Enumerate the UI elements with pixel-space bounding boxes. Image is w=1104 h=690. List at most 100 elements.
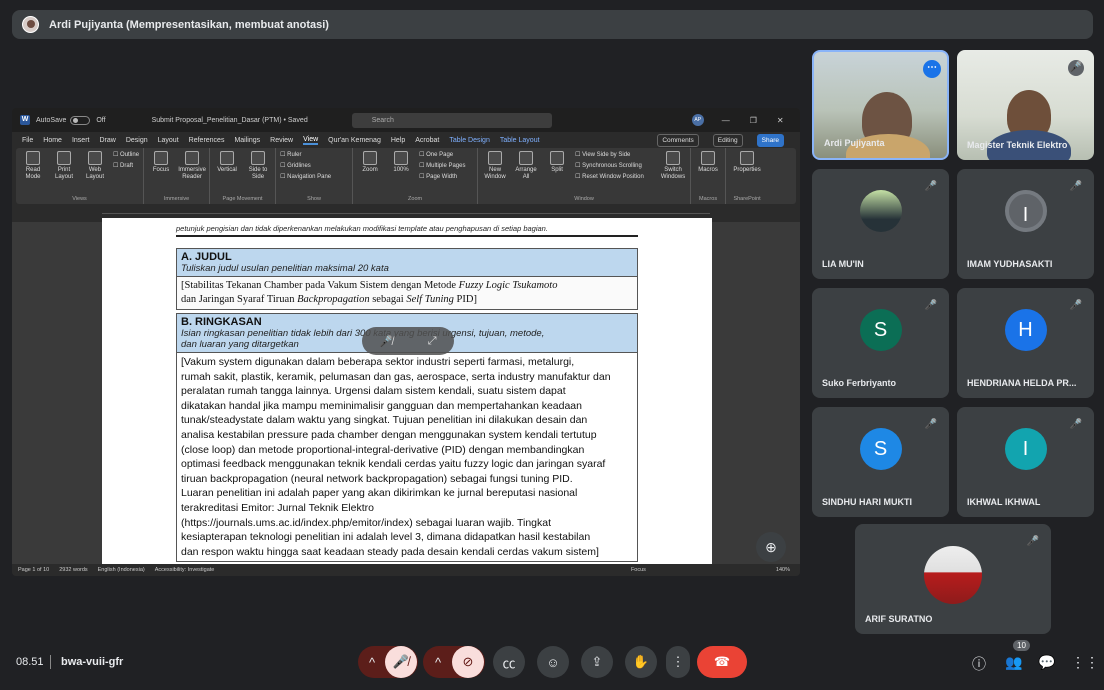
multiple-pages-button[interactable]: Multiple Pages — [419, 162, 473, 169]
ruler-checkbox[interactable]: Ruler — [280, 151, 348, 158]
captions-button[interactable]: ㏄ — [493, 646, 525, 678]
editing-button[interactable]: Editing — [712, 133, 743, 147]
tab-references[interactable]: References — [189, 137, 225, 144]
tab-help[interactable]: Help — [391, 137, 405, 144]
arrange-all-button[interactable]: Arrange All — [513, 151, 539, 181]
ribbon-group-sharepoint: Properties SharePoint — [726, 148, 768, 204]
mic-off-icon[interactable]: 🎤̸ — [379, 335, 393, 348]
macros-button[interactable]: Macros — [695, 151, 721, 174]
tab-layout[interactable]: Layout — [158, 137, 179, 144]
tile-magister[interactable]: 🎤 Magister Teknik Elektro — [957, 50, 1094, 160]
tile-imam[interactable]: I 🎤 IMAM YUDHASAKTI — [957, 169, 1094, 279]
immersive-reader-button[interactable]: Immersive Reader — [178, 151, 206, 181]
one-page-button[interactable]: One Page — [419, 151, 473, 158]
tile-lia[interactable]: 🎤 LIA MU'IN — [812, 169, 949, 279]
more-options-icon[interactable]: ⋯ — [923, 60, 941, 78]
tab-draw[interactable]: Draw — [99, 137, 115, 144]
tab-view[interactable]: View — [303, 136, 319, 145]
tab-quran[interactable]: Qur'an Kemenag — [328, 137, 381, 144]
read-mode-button[interactable]: Read Mode — [20, 151, 46, 181]
language[interactable]: English (Indonesia) — [98, 567, 145, 573]
ruler[interactable] — [102, 206, 710, 214]
maximize-icon[interactable]: ❐ — [750, 116, 757, 125]
reset-window-button[interactable]: Reset Window Position — [575, 173, 655, 180]
tile-suko[interactable]: S 🎤 Suko Ferbriyanto — [812, 288, 949, 398]
tab-review[interactable]: Review — [270, 137, 293, 144]
tab-table-layout[interactable]: Table Layout — [500, 137, 540, 144]
focus-status[interactable]: Focus — [631, 567, 646, 573]
web-layout-button[interactable]: Web Layout — [82, 151, 108, 181]
emoji-button[interactable]: ☺ — [537, 646, 569, 678]
tile-arif[interactable]: 🎤 ARIF SURATNO — [855, 524, 1051, 634]
properties-button[interactable]: Properties — [730, 151, 764, 174]
tile-hendriana[interactable]: H 🎤 HENDRIANA HELDA PR... — [957, 288, 1094, 398]
mic-options-chevron-icon[interactable]: ^ — [359, 655, 385, 670]
shared-screen[interactable]: W AutoSave Off Submit Proposal_Penelitia… — [12, 108, 800, 576]
tab-acrobat[interactable]: Acrobat — [415, 137, 439, 144]
mic-control-group: ^ 🎤̸ — [358, 646, 418, 678]
switch-windows-button[interactable]: Switch Windows — [660, 151, 686, 181]
page-count[interactable]: Page 1 of 10 — [18, 567, 49, 573]
word-count[interactable]: 2932 words — [59, 567, 87, 573]
ribbon-group-zoom: Zoom 100% One Page Multiple Pages Page W… — [353, 148, 479, 204]
close-icon[interactable]: ✕ — [777, 116, 784, 125]
focus-button[interactable]: Focus — [148, 151, 174, 174]
ringkasan-content[interactable]: [Vakum system digunakan dalam beberapa s… — [176, 353, 638, 563]
minimize-icon[interactable]: — — [722, 116, 730, 125]
navigation-pane-checkbox[interactable]: Navigation Pane — [280, 173, 348, 180]
user-avatar[interactable]: AP — [691, 114, 704, 126]
judul-content[interactable]: [Stabilitas Tekanan Chamber pada Vakum S… — [176, 277, 638, 310]
tab-table-design[interactable]: Table Design — [449, 137, 489, 144]
accessibility-status[interactable]: Accessibility: Investigate — [155, 567, 215, 573]
side-to-side-button[interactable]: Side to Side — [245, 151, 271, 181]
draft-button[interactable]: Draft — [113, 162, 139, 169]
participant-name: Ardi Pujiyanta — [824, 138, 885, 148]
new-window-button[interactable]: New Window — [482, 151, 508, 181]
document-area[interactable]: petunjuk pengisian dan tidak diperkenank… — [12, 218, 800, 568]
leave-call-button[interactable]: ☎ — [697, 646, 747, 678]
mic-off-button[interactable]: 🎤̸ — [385, 646, 417, 678]
print-layout-button[interactable]: Print Layout — [51, 151, 77, 181]
people-icon[interactable]: 👥 — [1005, 654, 1022, 671]
activities-icon[interactable]: ⋮⋮ — [1071, 654, 1099, 671]
document-page[interactable]: petunjuk pengisian dan tidak diperkenank… — [102, 218, 712, 568]
outline-button[interactable]: Outline — [113, 151, 139, 158]
camera-off-button[interactable]: ⊘ — [452, 646, 484, 678]
tab-home[interactable]: Home — [43, 137, 62, 144]
chat-icon[interactable]: 💬 — [1038, 654, 1055, 671]
zoom-button[interactable]: Zoom — [357, 151, 383, 174]
annotation-toolbar[interactable]: 🎤̸ ⤢ — [362, 327, 454, 355]
tab-insert[interactable]: Insert — [72, 137, 90, 144]
tile-ikhwal[interactable]: I 🎤 IKHWAL IKHWAL — [957, 407, 1094, 517]
gridlines-checkbox[interactable]: Gridlines — [280, 162, 348, 169]
raise-hand-button[interactable]: ✋ — [625, 646, 657, 678]
participant-name: SINDHU HARI MUKTI — [822, 497, 912, 507]
present-button[interactable]: ⇪ — [581, 646, 613, 678]
tab-file[interactable]: File — [22, 137, 33, 144]
expand-icon[interactable]: ⤢ — [428, 335, 437, 348]
tab-design[interactable]: Design — [126, 137, 148, 144]
avatar: I — [1004, 189, 1047, 232]
tile-sindhu[interactable]: S 🎤 SINDHU HARI MUKTI — [812, 407, 949, 517]
search-input[interactable]: Search — [351, 112, 552, 128]
view-side-by-side-button[interactable]: View Side by Side — [575, 151, 655, 158]
sync-scrolling-button[interactable]: Synchronous Scrolling — [575, 162, 655, 169]
participant-name: LIA MU'IN — [822, 259, 864, 269]
tile-ardi[interactable]: ⋯ Ardi Pujiyanta — [812, 50, 949, 160]
more-options-button[interactable]: ⋮ — [666, 646, 690, 678]
page-width-button[interactable]: Page Width — [419, 173, 473, 180]
comments-button[interactable]: Comments — [657, 133, 699, 147]
share-button[interactable]: Share — [756, 133, 784, 147]
meeting-code[interactable]: bwa-vuii-gfr — [61, 656, 123, 668]
autosave-toggle[interactable] — [70, 115, 91, 125]
tab-mailings[interactable]: Mailings — [234, 137, 260, 144]
zoom-100-button[interactable]: 100% — [388, 151, 414, 174]
zoom-in-icon[interactable]: ⊕ — [756, 532, 786, 562]
zoom-level[interactable]: 140% — [776, 567, 790, 573]
camera-options-chevron-icon[interactable]: ^ — [424, 655, 452, 670]
info-icon[interactable]: ⓘ — [972, 654, 986, 674]
word-logo-icon: W — [20, 115, 30, 125]
split-button[interactable]: Split — [544, 151, 570, 174]
ribbon-group-page-movement: Vertical Side to Side Page Movement — [210, 148, 277, 204]
vertical-button[interactable]: Vertical — [214, 151, 240, 174]
